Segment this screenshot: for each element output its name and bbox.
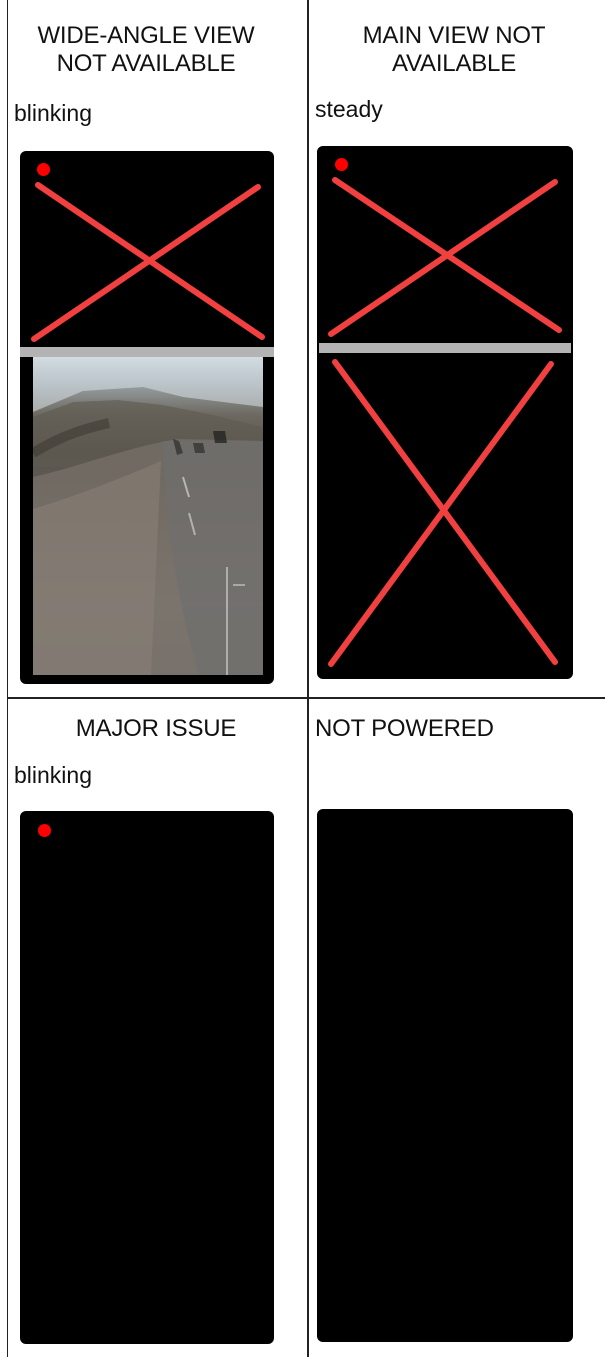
cell-state-label: blinking <box>14 100 92 126</box>
status-indicator-dot <box>38 824 51 837</box>
device-screen <box>317 809 573 1342</box>
cell-title: NOT POWERED <box>315 715 494 742</box>
cell-state-label: steady <box>315 96 383 122</box>
device-screen <box>20 151 274 684</box>
status-cell-not-powered: NOT POWERED <box>309 699 605 1357</box>
cell-title: MAJOR ISSUE <box>75 715 237 742</box>
crossed-out-view-icon <box>31 182 265 342</box>
cell-state-label: blinking <box>14 762 92 788</box>
live-road-image <box>33 357 263 675</box>
status-cell-wide-angle-view-not-available: WIDE-ANGLE VIEW NOT AVAILABLE blinking <box>8 0 307 697</box>
view-divider-bar <box>20 347 274 357</box>
status-cell-major-issue: MAJOR ISSUE blinking <box>8 699 307 1357</box>
crossed-out-view-icon <box>328 359 558 667</box>
status-cell-main-view-not-available: MAIN VIEW NOT AVAILABLE steady <box>309 0 605 697</box>
device-screen <box>20 811 274 1344</box>
cell-title: MAIN VIEW NOT AVAILABLE <box>362 22 546 77</box>
cell-title: WIDE-ANGLE VIEW NOT AVAILABLE <box>37 22 255 77</box>
device-screen <box>317 146 573 679</box>
status-table: WIDE-ANGLE VIEW NOT AVAILABLE blinking M… <box>0 0 605 1357</box>
